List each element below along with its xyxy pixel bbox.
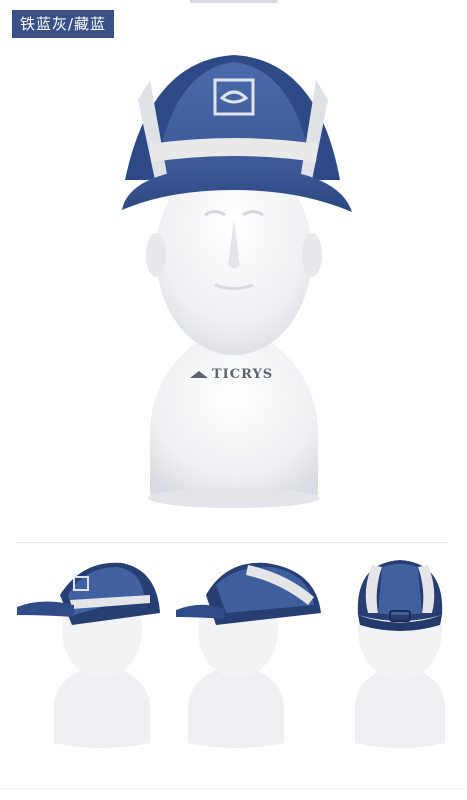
thumbnail-cap-back-view xyxy=(355,560,445,748)
thumbnail-cap-right-view xyxy=(176,562,321,748)
top-strip xyxy=(0,0,467,6)
brand-watermark: TICRYS xyxy=(190,367,273,382)
brand-logo-icon xyxy=(190,371,208,378)
thumbnail-cap-left-view xyxy=(17,562,160,748)
section-divider xyxy=(16,542,448,543)
brand-watermark-text: TICRYS xyxy=(212,367,274,382)
color-variant-label: 铁蓝灰/藏蓝 xyxy=(12,10,115,38)
hero-cap-image-front xyxy=(122,55,352,508)
top-mark xyxy=(190,0,278,3)
bottom-divider xyxy=(0,788,467,789)
